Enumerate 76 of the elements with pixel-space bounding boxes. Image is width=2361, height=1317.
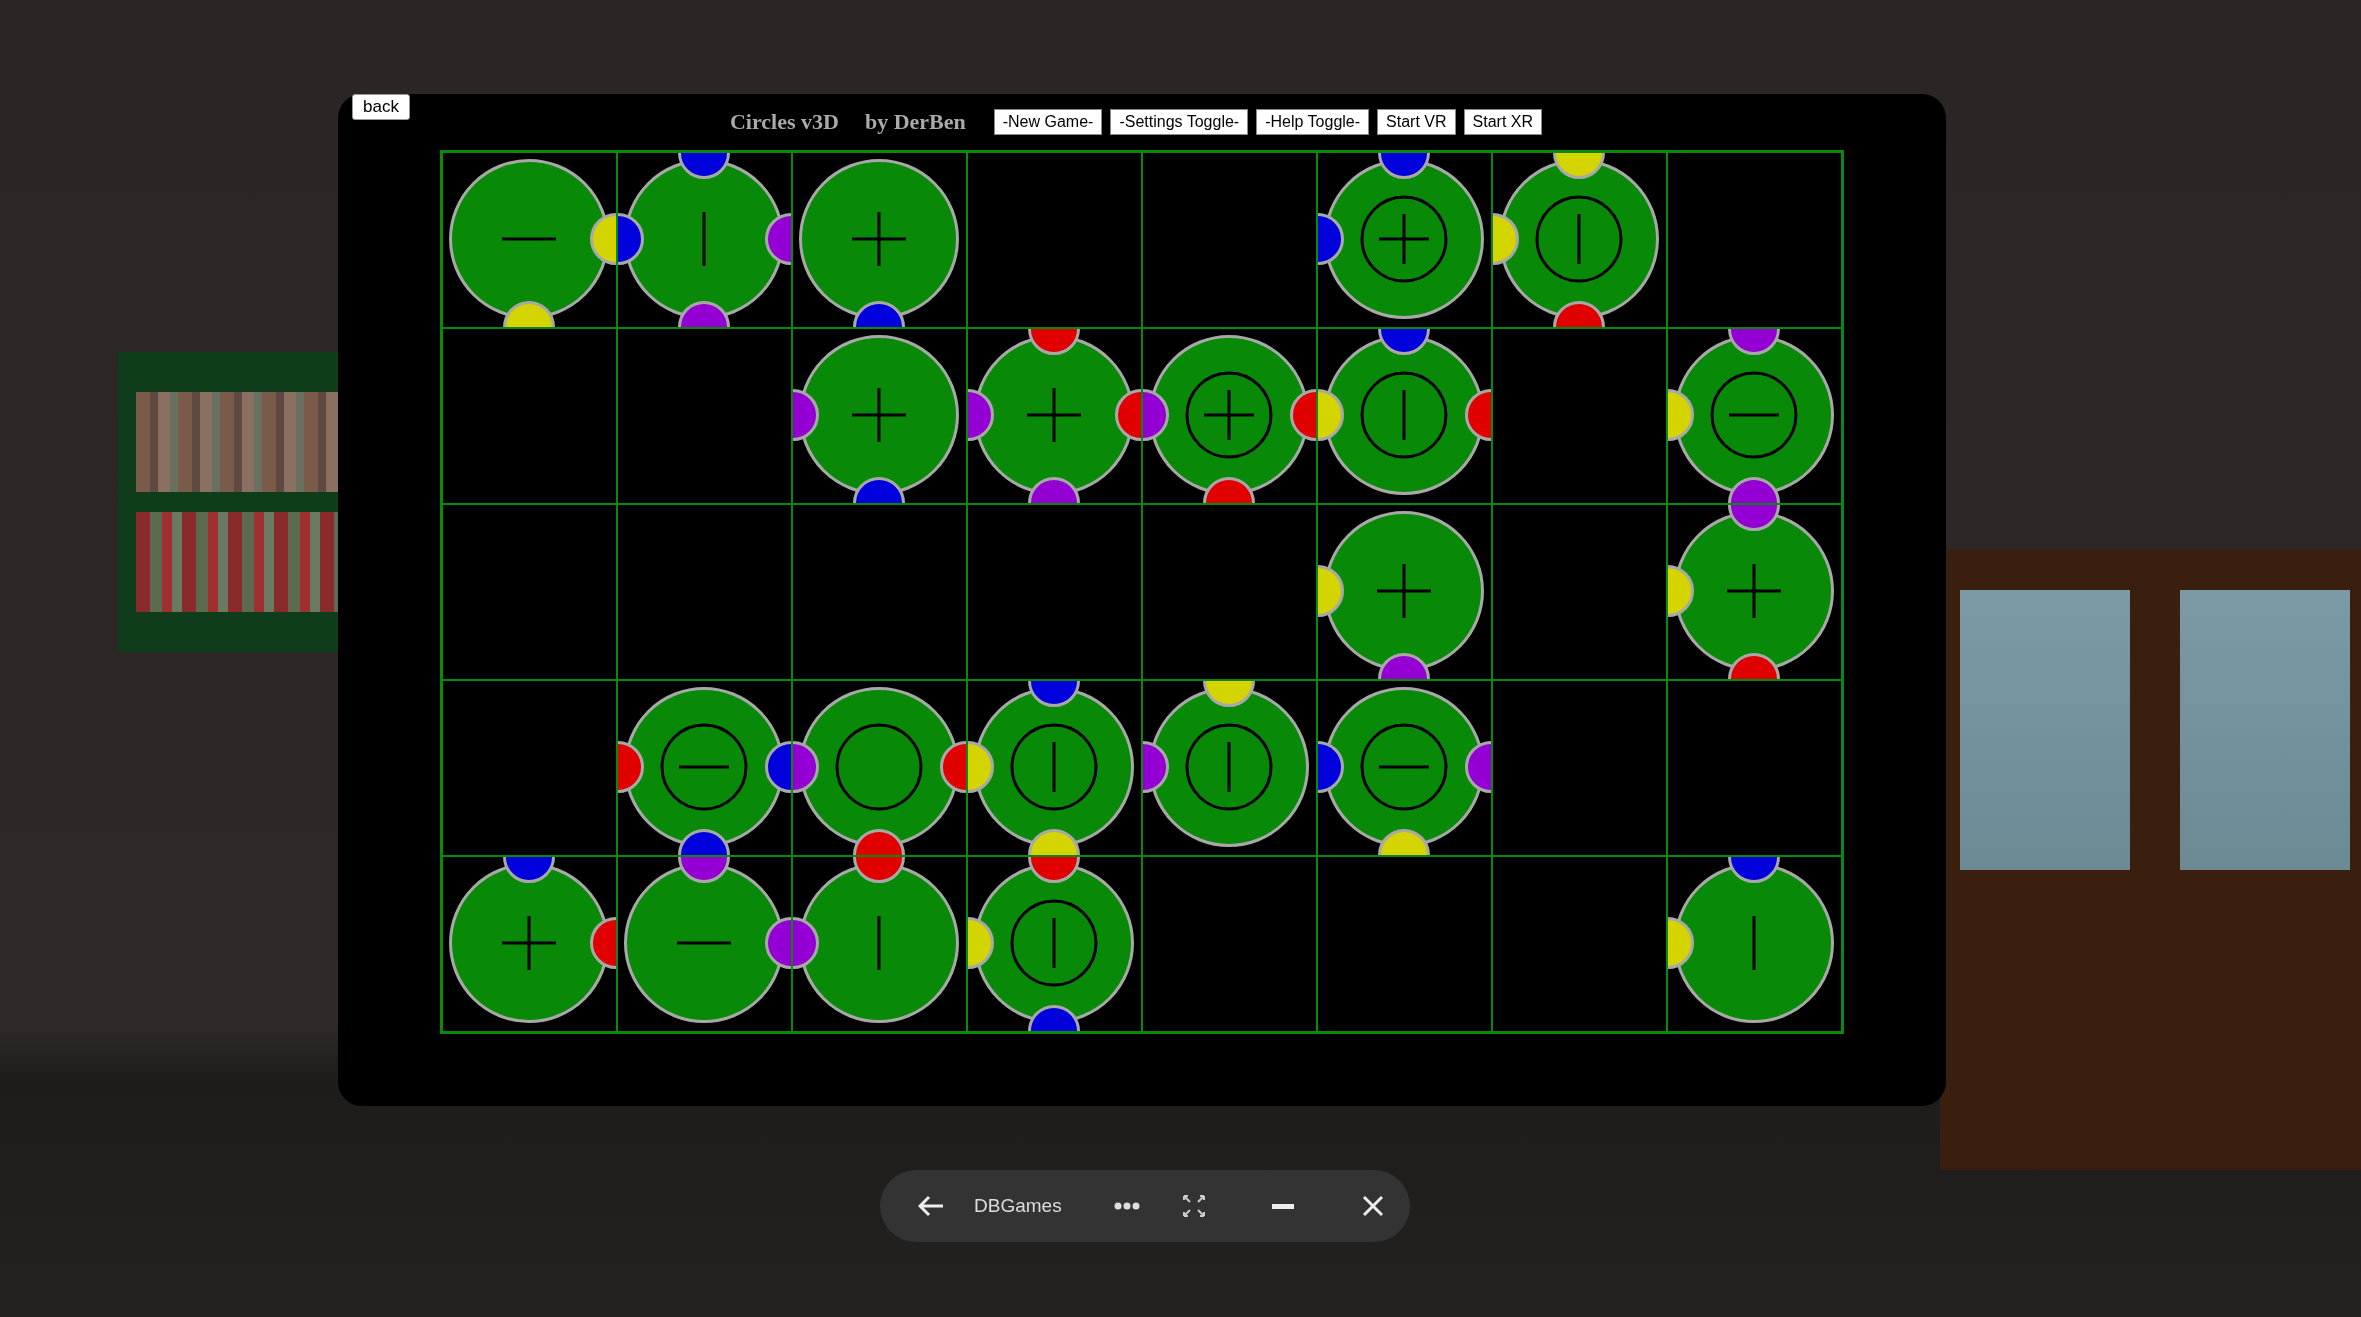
minimize-icon	[1271, 1203, 1294, 1209]
close-icon	[1361, 1195, 1384, 1217]
board-cell[interactable]	[1317, 152, 1492, 328]
back-arrow-icon	[918, 1195, 944, 1217]
fullscreen-icon	[1181, 1194, 1206, 1218]
board-cell[interactable]	[617, 152, 792, 328]
bar-sign-icon	[877, 916, 881, 970]
ringed-plus-sign-icon	[1359, 194, 1449, 284]
bar-sign-icon	[702, 212, 706, 266]
menu-button[interactable]: -New Game-	[993, 109, 1103, 135]
board-cell[interactable]	[617, 680, 792, 856]
board-cell[interactable]	[1667, 680, 1842, 856]
board-cell[interactable]	[1142, 680, 1317, 856]
board-cell[interactable]	[1142, 328, 1317, 504]
back-button[interactable]: back	[352, 94, 410, 120]
ringed-minus-sign-icon	[659, 722, 749, 812]
board-cell[interactable]	[442, 680, 617, 856]
game-title: Circles v3D	[729, 109, 839, 135]
board-cell[interactable]	[967, 680, 1142, 856]
ringed-minus-sign-icon	[1359, 722, 1449, 812]
board-cell[interactable]	[1667, 504, 1842, 680]
minus-sign-icon	[677, 941, 731, 945]
board-cell[interactable]	[1492, 328, 1667, 504]
board-cell[interactable]	[617, 504, 792, 680]
ringed-plus-sign-icon	[1184, 370, 1274, 460]
menu-button[interactable]: -Help Toggle-	[1256, 109, 1370, 135]
board-cell[interactable]	[792, 328, 967, 504]
board-cell[interactable]	[967, 152, 1142, 328]
app-name: DBGames	[974, 1195, 1062, 1217]
board-cell[interactable]	[792, 680, 967, 856]
board-cell[interactable]	[442, 856, 617, 1032]
menu-button[interactable]: -Settings Toggle-	[1110, 109, 1249, 135]
board-cell[interactable]	[1142, 504, 1317, 680]
board-cell[interactable]	[967, 328, 1142, 504]
ringed-bar-sign-icon	[1009, 722, 1099, 812]
board-cell[interactable]	[1667, 328, 1842, 504]
board-cell[interactable]	[967, 856, 1142, 1032]
board-cell[interactable]	[1317, 856, 1492, 1032]
board-cell[interactable]	[792, 504, 967, 680]
board-cell[interactable]	[1492, 504, 1667, 680]
minus-sign-icon	[502, 237, 556, 241]
ringed-bar-sign-icon	[1184, 722, 1274, 812]
ringed-minus-sign-icon	[1709, 370, 1799, 460]
board-cell[interactable]	[792, 856, 967, 1032]
plus-sign-icon	[1027, 388, 1081, 442]
ringed-bar-sign-icon	[1009, 898, 1099, 988]
bar-sign-icon	[1752, 916, 1756, 970]
plus-sign-icon	[852, 212, 906, 266]
plus-sign-icon	[852, 388, 906, 442]
board-cell[interactable]	[967, 504, 1142, 680]
board-cell[interactable]	[1317, 680, 1492, 856]
author-label: by DerBen	[864, 109, 966, 135]
board-cell[interactable]	[1317, 504, 1492, 680]
board-cell[interactable]	[1667, 152, 1842, 328]
board-cell[interactable]	[617, 328, 792, 504]
board-cell[interactable]	[1492, 680, 1667, 856]
board-cell[interactable]	[1142, 856, 1317, 1032]
menu-button[interactable]: Start VR	[1377, 109, 1456, 135]
board-cell[interactable]	[1667, 856, 1842, 1032]
board-cell[interactable]	[442, 152, 617, 328]
plus-sign-icon	[1727, 564, 1781, 618]
board-cell[interactable]	[1492, 856, 1667, 1032]
more-icon	[1113, 1202, 1140, 1210]
ringed-bar-sign-icon	[1359, 370, 1449, 460]
board-cell[interactable]	[617, 856, 792, 1032]
ring-icon	[834, 722, 924, 812]
board-cell[interactable]	[442, 504, 617, 680]
board-cell[interactable]	[1142, 152, 1317, 328]
board-cell[interactable]	[1492, 152, 1667, 328]
menu-button[interactable]: Start XR	[1463, 109, 1542, 135]
plus-sign-icon	[502, 916, 556, 970]
board-cell[interactable]	[1317, 328, 1492, 504]
ringed-bar-sign-icon	[1534, 194, 1624, 284]
board-cell[interactable]	[792, 152, 967, 328]
board-cell[interactable]	[442, 328, 617, 504]
plus-sign-icon	[1377, 564, 1431, 618]
